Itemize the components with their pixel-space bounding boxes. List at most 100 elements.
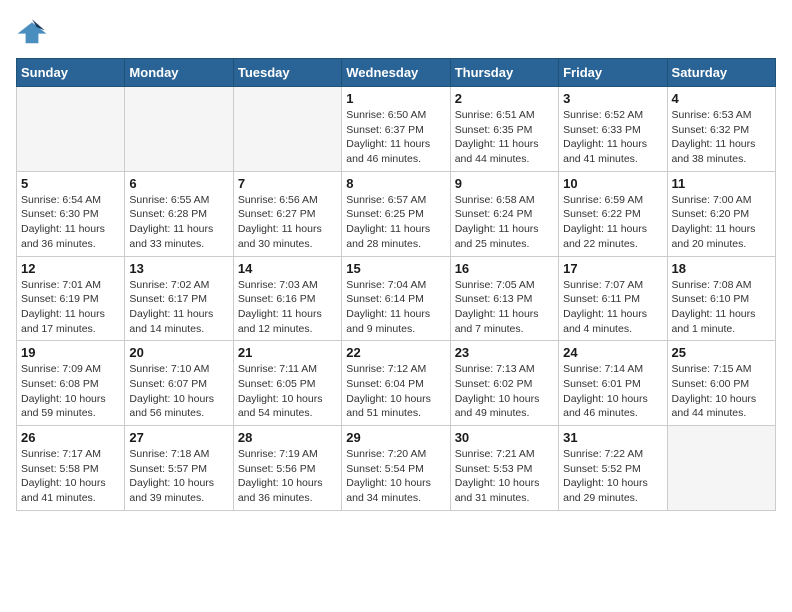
- day-number: 5: [21, 176, 120, 191]
- calendar-week-row: 5 Sunrise: 6:54 AM Sunset: 6:30 PM Daylig…: [17, 171, 776, 256]
- day-info: Sunrise: 7:22 AM Sunset: 5:52 PM Dayligh…: [563, 447, 662, 506]
- day-info: Sunrise: 6:53 AM Sunset: 6:32 PM Dayligh…: [672, 108, 771, 167]
- day-number: 14: [238, 261, 337, 276]
- day-info: Sunrise: 7:21 AM Sunset: 5:53 PM Dayligh…: [455, 447, 554, 506]
- day-number: 30: [455, 430, 554, 445]
- logo: [16, 16, 52, 48]
- calendar-cell: 24Sunrise: 7:14 AM Sunset: 6:01 PM Dayli…: [559, 341, 667, 426]
- day-info: Sunrise: 7:13 AM Sunset: 6:02 PM Dayligh…: [455, 362, 554, 421]
- day-info: Sunrise: 7:19 AM Sunset: 5:56 PM Dayligh…: [238, 447, 337, 506]
- calendar-cell: 18 Sunrise: 7:08 AM Sunset: 6:10 PM Dayli…: [667, 256, 775, 341]
- calendar-cell: 10 Sunrise: 6:59 AM Sunset: 6:22 PM Dayli…: [559, 171, 667, 256]
- day-number: 3: [563, 91, 662, 106]
- calendar-cell: 23Sunrise: 7:13 AM Sunset: 6:02 PM Dayli…: [450, 341, 558, 426]
- calendar-cell: [17, 87, 125, 172]
- calendar-cell: [233, 87, 341, 172]
- day-number: 18: [672, 261, 771, 276]
- calendar-cell: 14 Sunrise: 7:03 AM Sunset: 6:16 PM Dayli…: [233, 256, 341, 341]
- day-number: 13: [129, 261, 228, 276]
- day-info: Sunrise: 6:59 AM Sunset: 6:22 PM Dayligh…: [563, 193, 662, 252]
- calendar-cell: [667, 426, 775, 511]
- day-info: Sunrise: 6:55 AM Sunset: 6:28 PM Dayligh…: [129, 193, 228, 252]
- day-number: 29: [346, 430, 445, 445]
- day-number: 27: [129, 430, 228, 445]
- day-info: Sunrise: 7:12 AM Sunset: 6:04 PM Dayligh…: [346, 362, 445, 421]
- day-number: 28: [238, 430, 337, 445]
- day-info: Sunrise: 7:05 AM Sunset: 6:13 PM Dayligh…: [455, 278, 554, 337]
- day-number: 16: [455, 261, 554, 276]
- calendar-table: SundayMondayTuesdayWednesdayThursdayFrid…: [16, 58, 776, 511]
- day-info: Sunrise: 7:01 AM Sunset: 6:19 PM Dayligh…: [21, 278, 120, 337]
- weekday-header: Monday: [125, 59, 233, 87]
- day-number: 15: [346, 261, 445, 276]
- calendar-cell: 30 Sunrise: 7:21 AM Sunset: 5:53 PM Dayli…: [450, 426, 558, 511]
- day-info: Sunrise: 7:09 AM Sunset: 6:08 PM Dayligh…: [21, 362, 120, 421]
- day-info: Sunrise: 7:04 AM Sunset: 6:14 PM Dayligh…: [346, 278, 445, 337]
- day-info: Sunrise: 6:52 AM Sunset: 6:33 PM Dayligh…: [563, 108, 662, 167]
- calendar-cell: 13 Sunrise: 7:02 AM Sunset: 6:17 PM Dayli…: [125, 256, 233, 341]
- weekday-header: Thursday: [450, 59, 558, 87]
- day-number: 17: [563, 261, 662, 276]
- day-number: 21: [238, 345, 337, 360]
- day-number: 12: [21, 261, 120, 276]
- day-info: Sunrise: 7:10 AM Sunset: 6:07 PM Dayligh…: [129, 362, 228, 421]
- day-info: Sunrise: 7:18 AM Sunset: 5:57 PM Dayligh…: [129, 447, 228, 506]
- calendar-cell: 2 Sunrise: 6:51 AM Sunset: 6:35 PM Daylig…: [450, 87, 558, 172]
- calendar-header: SundayMondayTuesdayWednesdayThursdayFrid…: [17, 59, 776, 87]
- calendar-cell: 5 Sunrise: 6:54 AM Sunset: 6:30 PM Daylig…: [17, 171, 125, 256]
- day-number: 20: [129, 345, 228, 360]
- calendar-cell: 29Sunrise: 7:20 AM Sunset: 5:54 PM Dayli…: [342, 426, 450, 511]
- weekday-header: Saturday: [667, 59, 775, 87]
- calendar-cell: 11 Sunrise: 7:00 AM Sunset: 6:20 PM Dayli…: [667, 171, 775, 256]
- calendar-cell: 7Sunrise: 6:56 AM Sunset: 6:27 PM Daylig…: [233, 171, 341, 256]
- calendar-body: 1 Sunrise: 6:50 AM Sunset: 6:37 PM Daylig…: [17, 87, 776, 511]
- day-info: Sunrise: 7:00 AM Sunset: 6:20 PM Dayligh…: [672, 193, 771, 252]
- calendar-cell: 31 Sunrise: 7:22 AM Sunset: 5:52 PM Dayli…: [559, 426, 667, 511]
- day-info: Sunrise: 7:07 AM Sunset: 6:11 PM Dayligh…: [563, 278, 662, 337]
- day-info: Sunrise: 6:51 AM Sunset: 6:35 PM Dayligh…: [455, 108, 554, 167]
- day-number: 31: [563, 430, 662, 445]
- calendar-cell: 19 Sunrise: 7:09 AM Sunset: 6:08 PM Dayli…: [17, 341, 125, 426]
- calendar-cell: 3 Sunrise: 6:52 AM Sunset: 6:33 PM Daylig…: [559, 87, 667, 172]
- calendar-cell: [125, 87, 233, 172]
- day-info: Sunrise: 7:08 AM Sunset: 6:10 PM Dayligh…: [672, 278, 771, 337]
- day-number: 19: [21, 345, 120, 360]
- weekday-header: Friday: [559, 59, 667, 87]
- day-number: 6: [129, 176, 228, 191]
- calendar-cell: 6 Sunrise: 6:55 AM Sunset: 6:28 PM Daylig…: [125, 171, 233, 256]
- day-info: Sunrise: 6:54 AM Sunset: 6:30 PM Dayligh…: [21, 193, 120, 252]
- calendar-cell: 12 Sunrise: 7:01 AM Sunset: 6:19 PM Dayli…: [17, 256, 125, 341]
- day-info: Sunrise: 6:50 AM Sunset: 6:37 PM Dayligh…: [346, 108, 445, 167]
- day-number: 25: [672, 345, 771, 360]
- day-number: 24: [563, 345, 662, 360]
- calendar-cell: 1 Sunrise: 6:50 AM Sunset: 6:37 PM Daylig…: [342, 87, 450, 172]
- day-number: 2: [455, 91, 554, 106]
- day-number: 22: [346, 345, 445, 360]
- day-info: Sunrise: 6:56 AM Sunset: 6:27 PM Dayligh…: [238, 193, 337, 252]
- calendar-week-row: 12 Sunrise: 7:01 AM Sunset: 6:19 PM Dayli…: [17, 256, 776, 341]
- day-number: 11: [672, 176, 771, 191]
- calendar-cell: 27 Sunrise: 7:18 AM Sunset: 5:57 PM Dayli…: [125, 426, 233, 511]
- weekday-header: Sunday: [17, 59, 125, 87]
- calendar-cell: 4 Sunrise: 6:53 AM Sunset: 6:32 PM Daylig…: [667, 87, 775, 172]
- day-info: Sunrise: 7:17 AM Sunset: 5:58 PM Dayligh…: [21, 447, 120, 506]
- calendar-cell: 20 Sunrise: 7:10 AM Sunset: 6:07 PM Dayli…: [125, 341, 233, 426]
- day-info: Sunrise: 7:15 AM Sunset: 6:00 PM Dayligh…: [672, 362, 771, 421]
- weekday-header: Wednesday: [342, 59, 450, 87]
- day-number: 1: [346, 91, 445, 106]
- calendar-cell: 16 Sunrise: 7:05 AM Sunset: 6:13 PM Dayli…: [450, 256, 558, 341]
- calendar-week-row: 26Sunrise: 7:17 AM Sunset: 5:58 PM Dayli…: [17, 426, 776, 511]
- day-number: 10: [563, 176, 662, 191]
- day-number: 9: [455, 176, 554, 191]
- day-number: 8: [346, 176, 445, 191]
- calendar-cell: 9Sunrise: 6:58 AM Sunset: 6:24 PM Daylig…: [450, 171, 558, 256]
- weekday-header: Tuesday: [233, 59, 341, 87]
- calendar-cell: 26Sunrise: 7:17 AM Sunset: 5:58 PM Dayli…: [17, 426, 125, 511]
- day-number: 4: [672, 91, 771, 106]
- day-info: Sunrise: 7:02 AM Sunset: 6:17 PM Dayligh…: [129, 278, 228, 337]
- calendar-cell: 28 Sunrise: 7:19 AM Sunset: 5:56 PM Dayli…: [233, 426, 341, 511]
- calendar-cell: 21Sunrise: 7:11 AM Sunset: 6:05 PM Dayli…: [233, 341, 341, 426]
- calendar-cell: 22 Sunrise: 7:12 AM Sunset: 6:04 PM Dayli…: [342, 341, 450, 426]
- calendar-week-row: 19 Sunrise: 7:09 AM Sunset: 6:08 PM Dayli…: [17, 341, 776, 426]
- day-info: Sunrise: 7:03 AM Sunset: 6:16 PM Dayligh…: [238, 278, 337, 337]
